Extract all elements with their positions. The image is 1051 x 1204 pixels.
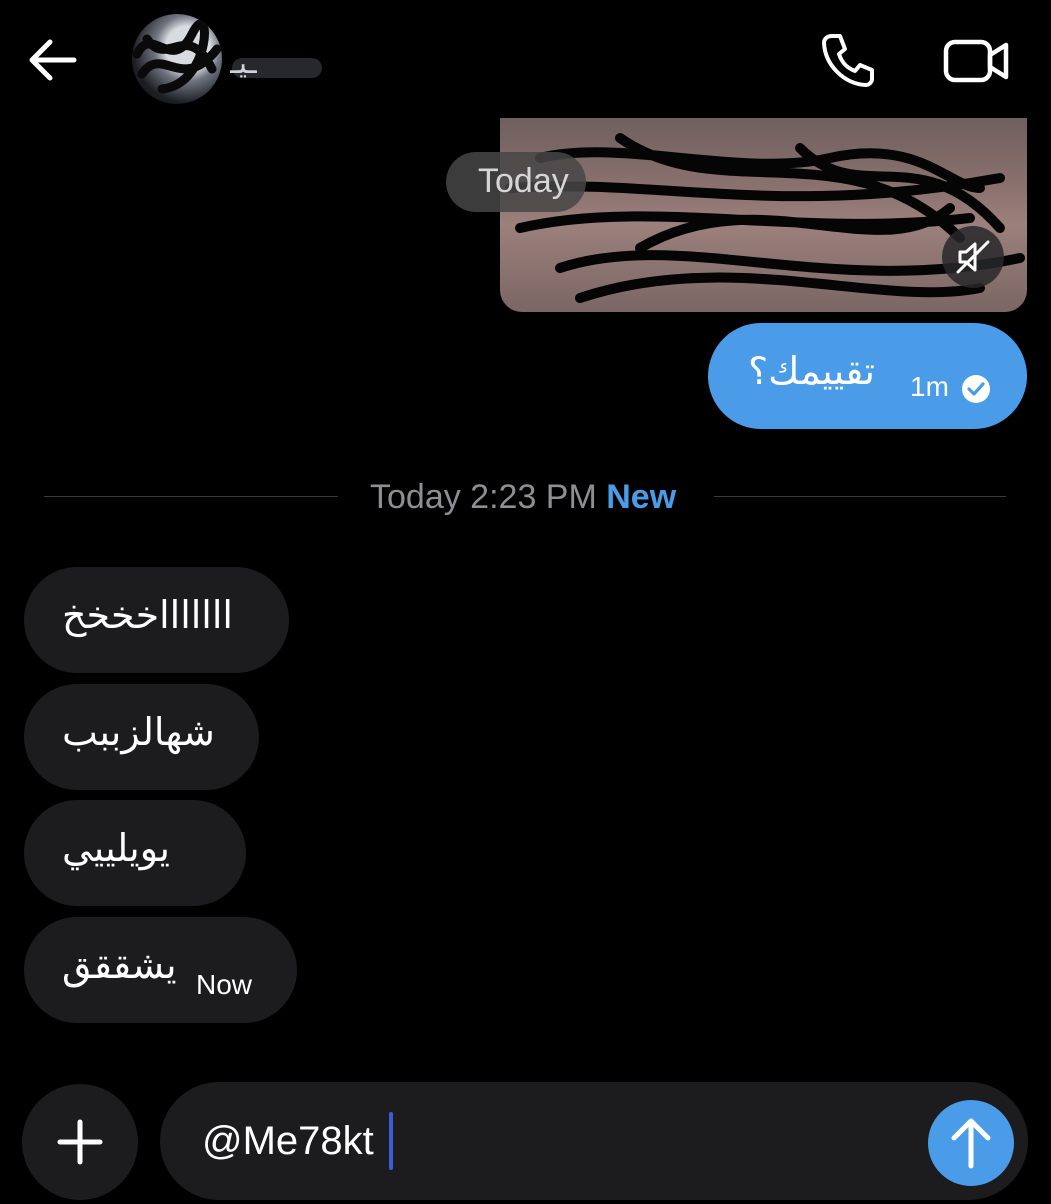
message-text: تقييمك؟: [748, 349, 875, 393]
message-time: Now: [196, 969, 253, 1000]
divider-line: [44, 496, 338, 497]
message-text: يشققق: [62, 943, 177, 987]
arrow-up-icon: [951, 1118, 991, 1169]
date-chip: Today: [446, 152, 586, 212]
message-input[interactable]: [202, 1110, 922, 1172]
send-button[interactable]: [928, 1100, 1014, 1186]
message-composer[interactable]: [160, 1082, 1028, 1200]
date-chip-label: Today: [478, 162, 569, 200]
mute-toggle[interactable]: [942, 226, 1004, 288]
received-message[interactable]: اااااااخخخخ: [24, 567, 289, 673]
video-camera-icon: [943, 39, 1009, 83]
sent-message[interactable]: تقييمك؟ 1m: [708, 323, 1027, 429]
message-text: اااااااخخخخ: [62, 593, 233, 637]
contact-name[interactable]: ـيـ: [230, 46, 340, 86]
message-text: يويلييي: [62, 826, 170, 870]
attach-button[interactable]: [22, 1084, 138, 1200]
phone-icon: [822, 34, 874, 87]
plus-icon: [57, 1119, 103, 1165]
divider-line: [714, 496, 1006, 497]
new-messages-divider: Today 2:23 PM New: [370, 478, 676, 517]
avatar[interactable]: [132, 14, 222, 104]
back-button[interactable]: [24, 30, 80, 90]
message-text: شهالزببب: [62, 710, 215, 754]
call-button[interactable]: [818, 30, 878, 90]
divider-time: Today 2:23 PM: [370, 478, 597, 516]
received-message[interactable]: يويلييي: [24, 800, 246, 906]
received-message[interactable]: يشققق Now: [24, 917, 297, 1023]
redaction-scribble: [132, 19, 222, 94]
new-label: New: [606, 478, 677, 516]
check-circle-icon: [962, 375, 990, 403]
arrow-left-icon: [29, 39, 77, 81]
speaker-muted-icon: [956, 240, 990, 274]
message-time: 1m: [910, 371, 949, 402]
received-message[interactable]: شهالزببب: [24, 684, 259, 790]
video-call-button[interactable]: [942, 34, 1012, 88]
text-caret: [389, 1112, 393, 1170]
